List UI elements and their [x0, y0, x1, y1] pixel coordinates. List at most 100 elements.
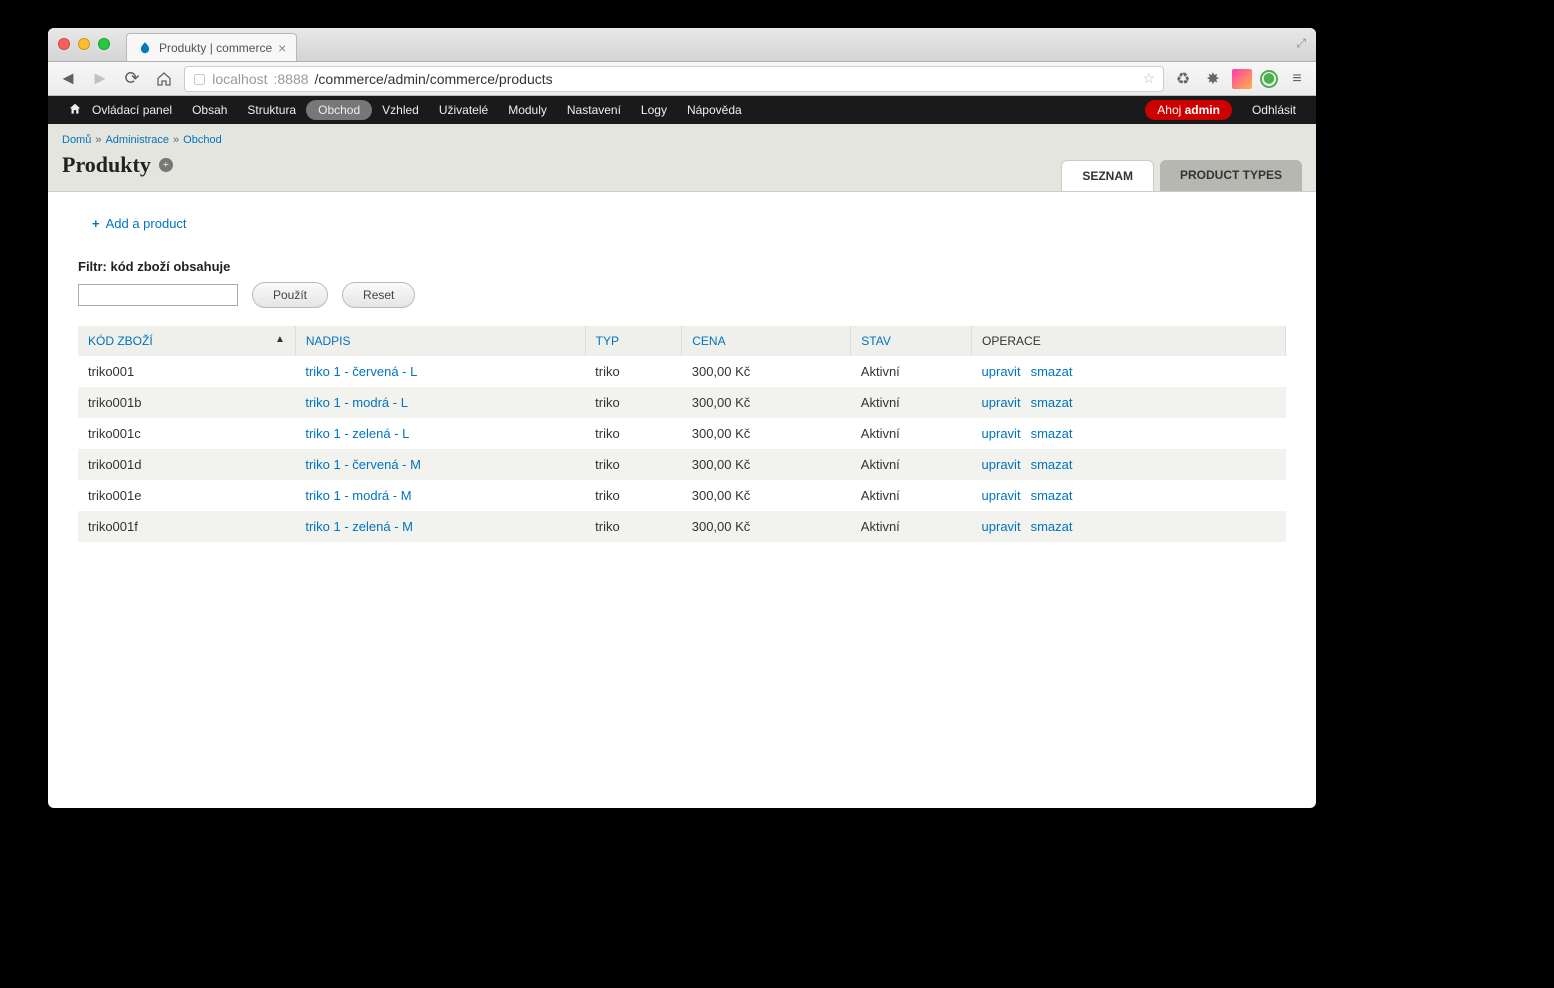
- breadcrumb-link[interactable]: Domů: [62, 134, 91, 146]
- home-button[interactable]: [152, 67, 176, 91]
- edit-link[interactable]: upravit: [982, 519, 1021, 534]
- th-type-link[interactable]: TYP: [596, 334, 619, 348]
- window-expand-icon[interactable]: ⤢: [1296, 36, 1306, 51]
- page-tab[interactable]: PRODUCT TYPES: [1160, 160, 1302, 191]
- tab-close-icon[interactable]: ×: [278, 40, 286, 56]
- admin-menu-item[interactable]: Obsah: [182, 98, 237, 122]
- admin-menu-item[interactable]: Nastavení: [557, 98, 631, 122]
- cell-price: 300,00 Kč: [682, 511, 851, 542]
- settings-gear-icon[interactable]: ✸: [1202, 68, 1224, 90]
- cell-title: triko 1 - modrá - L: [295, 387, 585, 418]
- th-price-link[interactable]: CENA: [692, 334, 725, 348]
- logout-link[interactable]: Odhlásit: [1242, 98, 1306, 122]
- th-sku-link[interactable]: KÓD ZBOŽÍ: [88, 334, 153, 348]
- delete-link[interactable]: smazat: [1031, 364, 1073, 379]
- th-title[interactable]: NADPIS: [295, 326, 585, 356]
- edit-link[interactable]: upravit: [982, 426, 1021, 441]
- admin-menu-item[interactable]: Vzhled: [372, 98, 429, 122]
- admin-menu-item[interactable]: Ovládací panel: [82, 98, 182, 122]
- admin-menu-item[interactable]: Uživatelé: [429, 98, 498, 122]
- product-title-link[interactable]: triko 1 - modrá - L: [305, 395, 408, 410]
- cell-type: triko: [585, 418, 682, 449]
- extension-circle-icon[interactable]: ⬤: [1260, 70, 1278, 88]
- breadcrumb-link[interactable]: Obchod: [183, 134, 222, 146]
- browser-menu-icon[interactable]: ≡: [1286, 68, 1308, 90]
- th-status[interactable]: STAV: [851, 326, 972, 356]
- back-button[interactable]: ◄: [56, 67, 80, 91]
- recycle-icon[interactable]: ♻: [1172, 68, 1194, 90]
- product-title-link[interactable]: triko 1 - červená - M: [305, 457, 421, 472]
- th-sku[interactable]: KÓD ZBOŽÍ▲: [78, 326, 295, 356]
- admin-menu-item[interactable]: Struktura: [237, 98, 306, 122]
- extension-color-icon[interactable]: [1232, 69, 1252, 89]
- browser-tab[interactable]: Produkty | commerce ×: [126, 33, 297, 61]
- th-type[interactable]: TYP: [585, 326, 682, 356]
- admin-home-icon[interactable]: [58, 97, 82, 124]
- page-tab[interactable]: SEZNAM: [1061, 160, 1154, 191]
- cell-title: triko 1 - modrá - M: [295, 480, 585, 511]
- delete-link[interactable]: smazat: [1031, 395, 1073, 410]
- cell-status: Aktivní: [851, 387, 972, 418]
- delete-link[interactable]: smazat: [1031, 488, 1073, 503]
- product-title-link[interactable]: triko 1 - zelená - L: [305, 426, 409, 441]
- browser-window: Produkty | commerce × ⤢ ◄ ► ⟳ ▢ localhos…: [48, 28, 1316, 808]
- cell-sku: triko001: [78, 356, 295, 387]
- cell-title: triko 1 - červená - M: [295, 449, 585, 480]
- filter-input[interactable]: [78, 284, 238, 306]
- apply-filter-button[interactable]: Použít: [252, 282, 328, 308]
- edit-link[interactable]: upravit: [982, 457, 1021, 472]
- reload-button[interactable]: ⟳: [120, 67, 144, 91]
- add-circle-icon[interactable]: +: [159, 158, 173, 172]
- window-maximize-button[interactable]: [98, 38, 110, 50]
- browser-toolbar: ◄ ► ⟳ ▢ localhost:8888/commerce/admin/co…: [48, 62, 1316, 96]
- url-path: /commerce/admin/commerce/products: [315, 71, 553, 87]
- admin-menu-left: Ovládací panelObsahStrukturaObchodVzhled…: [58, 97, 752, 124]
- window-controls: [58, 38, 110, 50]
- reset-filter-button[interactable]: Reset: [342, 282, 415, 308]
- edit-link[interactable]: upravit: [982, 364, 1021, 379]
- product-title-link[interactable]: triko 1 - modrá - M: [305, 488, 411, 503]
- page-tabs: SEZNAMPRODUCT TYPES: [1061, 160, 1302, 191]
- browser-tab-title: Produkty | commerce: [159, 41, 272, 55]
- user-badge[interactable]: Ahoj admin: [1145, 100, 1232, 120]
- product-title-link[interactable]: triko 1 - zelená - M: [305, 519, 413, 534]
- page-title-text: Produkty: [62, 152, 151, 178]
- window-minimize-button[interactable]: [78, 38, 90, 50]
- window-close-button[interactable]: [58, 38, 70, 50]
- table-row: triko001dtriko 1 - červená - Mtriko300,0…: [78, 449, 1286, 480]
- th-title-link[interactable]: NADPIS: [306, 334, 351, 348]
- filter-label: Filtr: kód zboží obsahuje: [78, 259, 1286, 274]
- breadcrumb-separator: »: [95, 134, 101, 146]
- page-icon: ▢: [193, 70, 206, 87]
- add-product-link[interactable]: + Add a product: [92, 216, 187, 231]
- admin-menu-right: Ahoj admin Odhlásit: [1145, 98, 1306, 122]
- admin-menu-item[interactable]: Obchod: [306, 100, 372, 120]
- filter-section: Filtr: kód zboží obsahuje Použít Reset: [78, 259, 1286, 308]
- cell-sku: triko001b: [78, 387, 295, 418]
- forward-button[interactable]: ►: [88, 67, 112, 91]
- admin-menu-item[interactable]: Nápověda: [677, 98, 752, 122]
- th-price[interactable]: CENA: [682, 326, 851, 356]
- cell-price: 300,00 Kč: [682, 387, 851, 418]
- add-product-label: Add a product: [106, 216, 187, 231]
- page-header: Domů»Administrace»Obchod Produkty + SEZN…: [48, 124, 1316, 192]
- url-bar[interactable]: ▢ localhost:8888/commerce/admin/commerce…: [184, 66, 1164, 92]
- cell-price: 300,00 Kč: [682, 449, 851, 480]
- th-ops-label: OPERACE: [982, 334, 1041, 348]
- cell-price: 300,00 Kč: [682, 480, 851, 511]
- bookmark-star-icon[interactable]: ☆: [1142, 70, 1155, 87]
- drupal-favicon-icon: [137, 40, 153, 56]
- table-row: triko001ftriko 1 - zelená - Mtriko300,00…: [78, 511, 1286, 542]
- edit-link[interactable]: upravit: [982, 488, 1021, 503]
- product-title-link[interactable]: triko 1 - červená - L: [305, 364, 417, 379]
- breadcrumb-link[interactable]: Administrace: [105, 134, 169, 146]
- cell-sku: triko001d: [78, 449, 295, 480]
- delete-link[interactable]: smazat: [1031, 519, 1073, 534]
- edit-link[interactable]: upravit: [982, 395, 1021, 410]
- delete-link[interactable]: smazat: [1031, 426, 1073, 441]
- admin-menu-item[interactable]: Logy: [631, 98, 677, 122]
- cell-title: triko 1 - červená - L: [295, 356, 585, 387]
- th-status-link[interactable]: STAV: [861, 334, 891, 348]
- admin-menu-item[interactable]: Moduly: [498, 98, 557, 122]
- delete-link[interactable]: smazat: [1031, 457, 1073, 472]
